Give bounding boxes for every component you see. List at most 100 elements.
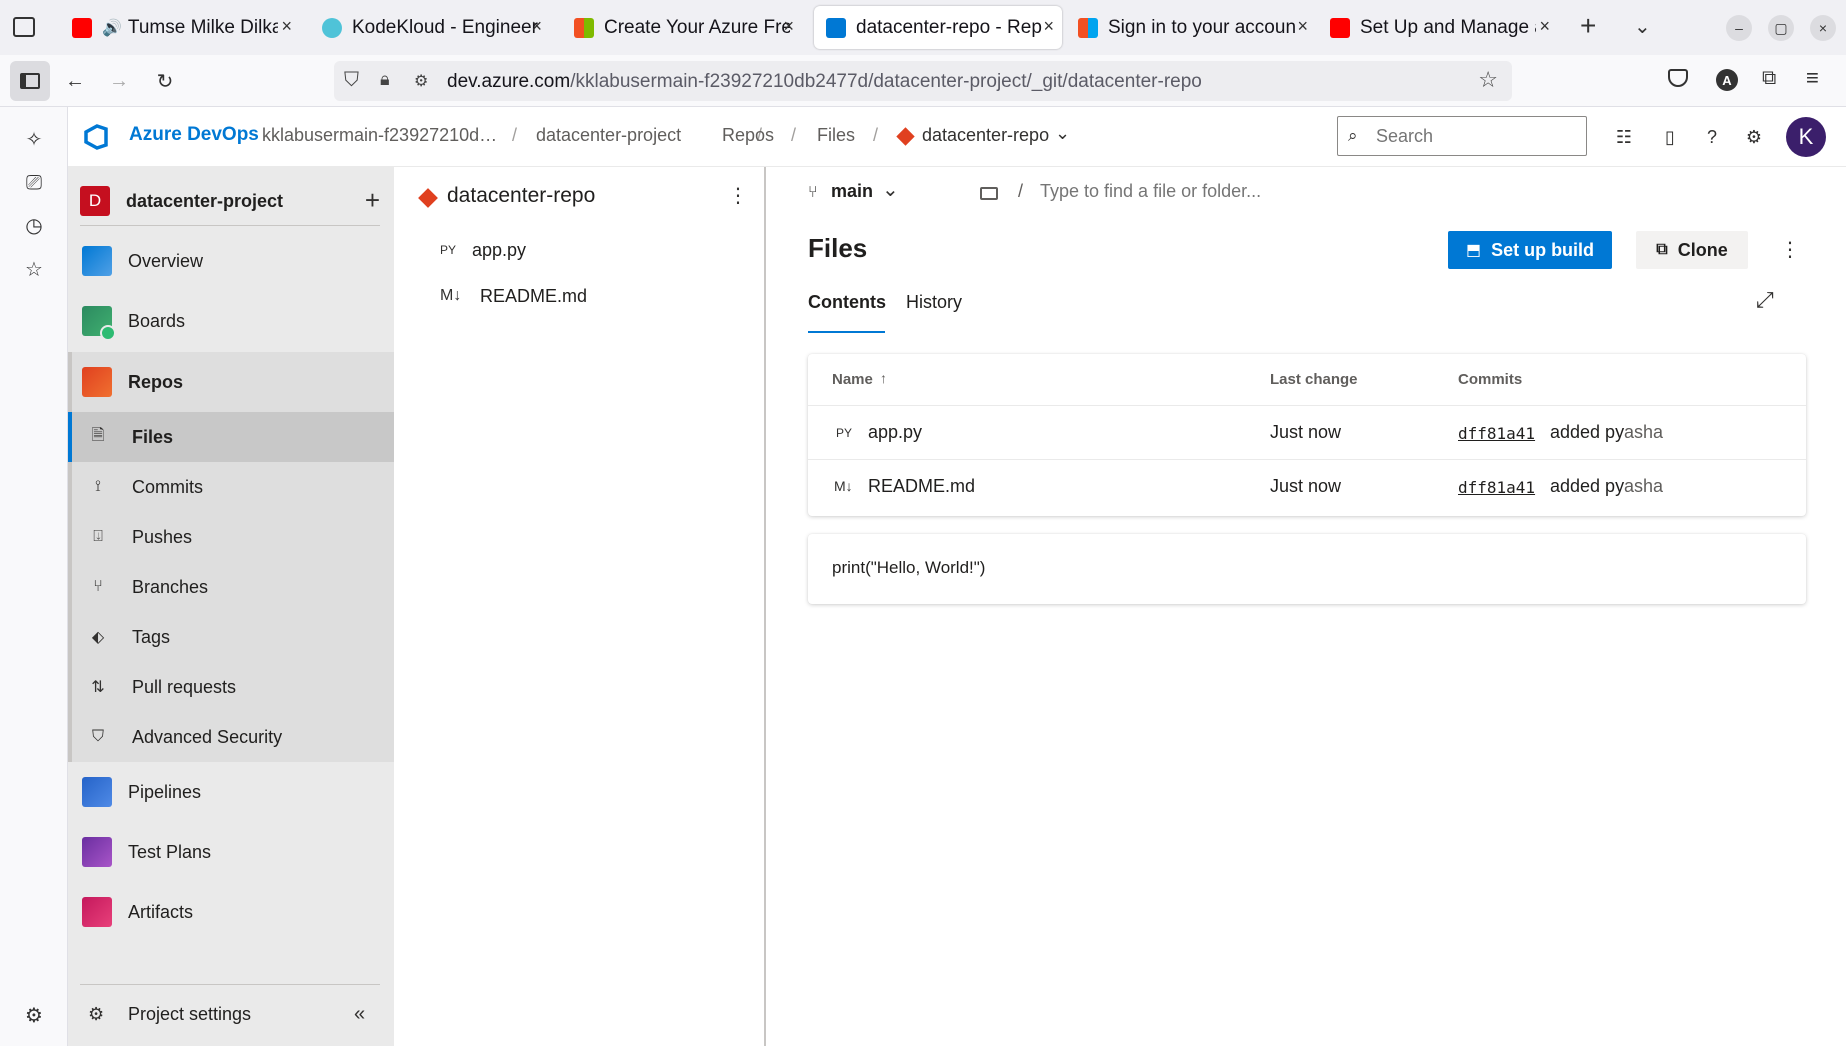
nav-tags[interactable]: ⬖ Tags (72, 612, 394, 662)
account-avatar[interactable]: A (1716, 69, 1738, 91)
nav-artifacts[interactable]: Artifacts (68, 882, 394, 942)
site-permissions-icon[interactable]: ⚙︎ (414, 71, 428, 91)
tab-history[interactable]: History (906, 292, 962, 313)
tree-item[interactable]: M↓ README.md (440, 279, 740, 313)
chevron-down-icon[interactable]: ⌄ (1055, 123, 1070, 144)
path-filter-input[interactable] (1040, 177, 1440, 205)
close-icon[interactable]: × (783, 16, 794, 37)
column-header-name[interactable]: Name (832, 371, 873, 388)
brand-name[interactable]: Azure DevOps (129, 124, 259, 146)
repo-title[interactable]: datacenter-repo (447, 184, 595, 208)
pull-request-icon: ⇅ (91, 679, 105, 696)
nav-files[interactable]: 🗎 Files (68, 412, 394, 462)
tab-kodekloud[interactable]: KodeKloud - Engineer × (310, 6, 550, 49)
speaker-icon[interactable]: 🔊 (102, 18, 122, 38)
commit-link[interactable]: dff81a41 (1458, 478, 1535, 497)
url-text[interactable]: dev.azure.com/kklabusermain-f23927210db2… (447, 71, 1202, 93)
forward-button[interactable]: → (102, 64, 136, 98)
tab-datacenter-repo[interactable]: datacenter-repo - Rep × (814, 6, 1062, 49)
tab-label: Create Your Azure Fre (604, 16, 790, 38)
add-icon[interactable]: + (365, 185, 380, 216)
nav-label: Repos (128, 371, 184, 392)
commit-link[interactable]: dff81a41 (1458, 424, 1535, 443)
close-icon[interactable]: × (1539, 16, 1550, 37)
breadcrumb-repo[interactable]: datacenter-repo (922, 125, 1049, 146)
tab-list-chevron-icon[interactable]: ⌄ (1634, 14, 1651, 39)
tab-youtube-setup[interactable]: Set Up and Manage a × (1318, 6, 1558, 49)
extensions-icon[interactable]: ⧉ (1762, 67, 1776, 90)
breadcrumb-files[interactable]: Files (817, 125, 855, 146)
tab-azure-free[interactable]: Create Your Azure Fre × (562, 6, 802, 49)
restore-button[interactable]: ▢ (1768, 15, 1794, 41)
tab-overview-icon[interactable] (13, 17, 35, 37)
nav-project-settings[interactable]: ⚙ Project settings « (68, 989, 394, 1039)
user-avatar[interactable]: K (1786, 117, 1826, 157)
file-name[interactable]: README.md (868, 476, 975, 497)
ai-sparkle-icon[interactable]: ✧ (22, 127, 46, 151)
nav-repos[interactable]: Repos (68, 352, 394, 412)
bookmarks-star-icon[interactable]: ☆ (22, 257, 46, 281)
close-icon[interactable]: × (531, 16, 542, 37)
chevron-down-icon[interactable]: ⌄ (882, 177, 899, 202)
tab-youtube-music[interactable]: 🔊 Tumse Milke Dilka × (60, 6, 300, 49)
column-header-last-change[interactable]: Last change (1270, 371, 1358, 388)
bookmark-star-icon[interactable]: ☆ (1478, 67, 1498, 93)
nav-overview[interactable]: Overview (68, 231, 394, 291)
settings-gear-icon[interactable]: ⚙ (22, 1003, 46, 1027)
work-items-list-icon[interactable]: ☷ (1612, 125, 1636, 149)
nav-pipelines[interactable]: Pipelines (68, 762, 394, 822)
close-icon[interactable]: × (281, 16, 292, 37)
synced-tabs-icon[interactable]: ⎚ (22, 171, 46, 195)
column-header-commits[interactable]: Commits (1458, 371, 1522, 388)
user-settings-icon[interactable]: ⚙ (1742, 125, 1766, 149)
nav-test-plans[interactable]: Test Plans (68, 822, 394, 882)
new-tab-button[interactable]: + (1580, 10, 1596, 42)
file-name[interactable]: app.py (868, 422, 922, 443)
nav-pushes[interactable]: ⍗ Pushes (72, 512, 394, 562)
sort-ascending-icon[interactable]: ↑ (880, 370, 887, 386)
azure-devops-logo-icon[interactable] (82, 123, 110, 151)
search-box[interactable]: ⌕ (1337, 116, 1587, 156)
set-up-build-button[interactable]: ⬒ Set up build (1448, 231, 1612, 269)
close-icon[interactable]: × (1043, 16, 1054, 37)
breadcrumb-project[interactable]: datacenter-project (536, 125, 681, 146)
marketplace-bag-icon[interactable]: ▯ (1658, 125, 1682, 149)
history-icon[interactable]: ◷ (22, 213, 46, 237)
lock-icon[interactable]: 🔒︎ (380, 69, 390, 90)
tab-label: KodeKloud - Engineer (352, 16, 538, 38)
help-icon[interactable]: ? (1700, 125, 1724, 149)
nav-pull-requests[interactable]: ⇅ Pull requests (72, 662, 394, 712)
shield-icon[interactable]: ⛉ (344, 69, 359, 92)
more-options-icon[interactable]: ⋮ (728, 183, 748, 208)
close-icon[interactable]: × (1297, 16, 1308, 37)
search-input[interactable] (1376, 123, 1576, 149)
nav-advanced-security[interactable]: ⛉ Advanced Security (72, 712, 394, 762)
sidebar-toggle-button[interactable] (10, 61, 50, 101)
project-name[interactable]: datacenter-project (126, 191, 283, 212)
breadcrumb-repos[interactable]: Repos (722, 125, 774, 146)
collapse-icon[interactable]: « (354, 1003, 365, 1026)
nav-boards[interactable]: Boards (68, 291, 394, 351)
nav-branches[interactable]: ⑂ Branches (72, 562, 394, 612)
table-row[interactable]: M↓ README.md Just now dff81a41 added py … (808, 460, 1806, 514)
pocket-icon[interactable] (1668, 69, 1688, 87)
close-window-button[interactable]: × (1810, 15, 1836, 41)
minimize-button[interactable]: – (1726, 15, 1752, 41)
menu-icon[interactable]: ≡ (1806, 65, 1819, 91)
branch-selector[interactable]: main (831, 181, 873, 202)
table-row[interactable]: PY app.py Just now dff81a41 added py ash… (808, 406, 1806, 460)
url-bar[interactable]: ⛉ 🔒︎ ⚙︎ dev.azure.com/kklabusermain-f239… (334, 61, 1512, 101)
breadcrumb-organization[interactable]: kklabusermain-f23927210d… (262, 125, 497, 146)
nav-commits[interactable]: ⟟ Commits (72, 462, 394, 512)
tree-item[interactable]: PY app.py (440, 233, 740, 267)
nav-label: Branches (132, 576, 209, 597)
expand-icon[interactable]: ⤢ (1756, 287, 1774, 313)
reload-button[interactable]: ↻ (148, 64, 182, 98)
tab-contents[interactable]: Contents (808, 292, 886, 313)
tab-sign-in[interactable]: Sign in to your accoun × (1066, 6, 1316, 49)
back-button[interactable]: ← (58, 64, 92, 98)
clone-button[interactable]: ⧉ Clone (1636, 231, 1748, 269)
more-options-icon[interactable]: ⋮ (1780, 237, 1800, 262)
project-header[interactable]: D datacenter-project + (80, 181, 390, 221)
nav-label: Project settings (128, 1003, 252, 1024)
